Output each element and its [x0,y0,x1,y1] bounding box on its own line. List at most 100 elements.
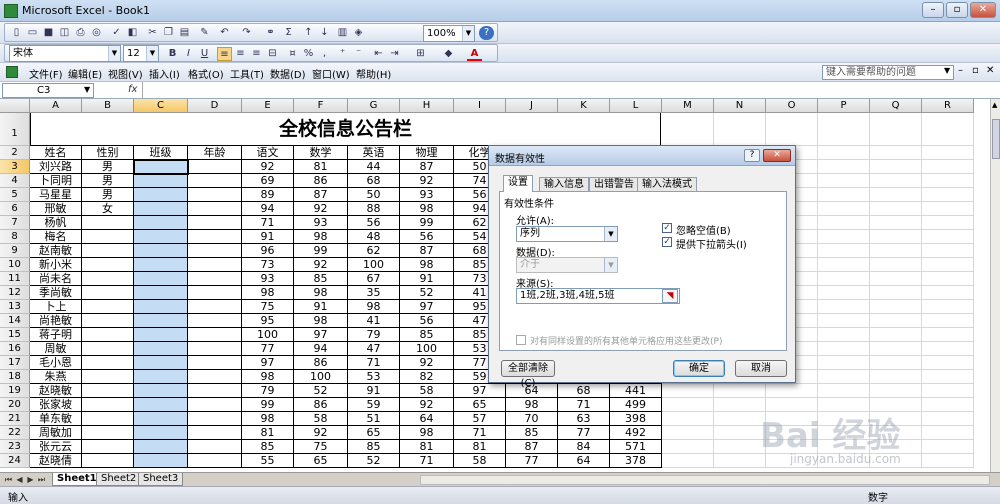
cell[interactable] [714,113,766,146]
table-cell[interactable]: 98 [400,426,454,440]
table-cell[interactable] [134,356,188,370]
save-icon[interactable]: ■ [41,26,56,40]
table-cell[interactable] [714,398,766,412]
table-cell[interactable] [662,440,714,454]
table-cell[interactable]: 35 [348,286,400,300]
table-cell[interactable]: 58 [294,412,348,426]
name-box[interactable]: C3 [2,83,94,98]
table-cell[interactable]: 100 [242,328,294,342]
table-cell[interactable]: 93 [294,216,348,230]
menu-tools[interactable]: 工具(T) [230,66,264,81]
table-cell[interactable]: 张家坡 [30,398,82,412]
table-cell[interactable]: 85 [400,328,454,342]
table-cell[interactable] [870,202,922,216]
table-cell[interactable]: 卜同明 [30,174,82,188]
table-cell[interactable]: 65 [454,398,506,412]
table-cell[interactable] [134,300,188,314]
table-cell[interactable] [134,454,188,468]
table-cell[interactable] [82,412,134,426]
table-cell[interactable]: 新小米 [30,258,82,272]
table-cell[interactable] [188,230,242,244]
table-cell[interactable]: 67 [348,272,400,286]
table-cell[interactable] [188,258,242,272]
column-header-i[interactable]: I [454,99,506,113]
table-cell[interactable] [818,230,870,244]
print-preview-icon[interactable]: ◎ [89,26,104,40]
table-cell[interactable]: 65 [348,426,400,440]
table-cell[interactable]: 92 [242,160,294,174]
table-cell[interactable] [870,272,922,286]
table-cell[interactable] [662,384,714,398]
table-cell[interactable]: 98 [294,286,348,300]
minimize-button[interactable]: – [922,2,944,18]
table-cell[interactable]: 86 [294,398,348,412]
table-cell[interactable] [714,440,766,454]
row-header-23[interactable]: 23 [0,440,30,454]
table-cell[interactable] [134,384,188,398]
row-header-4[interactable]: 4 [0,174,30,188]
table-cell[interactable] [922,202,974,216]
table-cell[interactable]: 98 [400,258,454,272]
table-cell[interactable] [818,202,870,216]
cell[interactable] [818,113,870,146]
table-cell[interactable]: 赵晓倩 [30,454,82,468]
table-cell[interactable] [714,412,766,426]
table-cell[interactable]: 100 [400,342,454,356]
table-cell[interactable]: 马星星 [30,188,82,202]
table-cell[interactable]: 杨帆 [30,216,82,230]
last-sheet-icon[interactable]: ⏭ [37,475,46,485]
cut-icon[interactable]: ✂ [145,26,160,40]
table-cell[interactable] [82,440,134,454]
table-cell[interactable]: 季尚敏 [30,286,82,300]
menu-help[interactable]: 帮助(H) [356,66,391,81]
tab-settings[interactable]: 设置 [503,175,533,192]
tab-error-alert[interactable]: 出错警告 [589,177,639,191]
table-cell[interactable] [82,258,134,272]
table-cell[interactable]: 98 [348,300,400,314]
table-cell[interactable] [82,328,134,342]
vertical-scroll-thumb[interactable] [992,119,1000,159]
table-cell[interactable]: 98 [242,286,294,300]
table-cell[interactable]: 52 [400,286,454,300]
table-cell[interactable] [188,328,242,342]
sort-desc-icon[interactable]: ↓ [317,26,332,40]
table-cell[interactable] [922,440,974,454]
table-cell[interactable]: 81 [400,440,454,454]
table-cell[interactable]: 85 [506,426,558,440]
table-cell[interactable]: 91 [294,300,348,314]
menu-insert[interactable]: 插入(I) [149,66,180,81]
table-cell[interactable]: 单东敏 [30,412,82,426]
column-header-f[interactable]: F [294,99,348,113]
menu-format[interactable]: 格式(O) [188,66,224,81]
table-cell[interactable]: 张元云 [30,440,82,454]
row-header-1[interactable]: 1 [0,113,30,146]
zoom-combo[interactable]: 100% ▼ [423,25,475,42]
table-cell[interactable]: 98 [294,230,348,244]
table-cell[interactable]: 41 [348,314,400,328]
table-cell[interactable]: 79 [348,328,400,342]
prev-sheet-icon[interactable]: ◀ [15,475,24,484]
clear-all-button[interactable]: 全部清除(C) [501,360,555,389]
decrease-indent-icon[interactable]: ⇤ [371,47,386,61]
table-cell[interactable] [134,216,188,230]
table-cell[interactable] [922,300,974,314]
table-cell[interactable] [82,342,134,356]
table-cell[interactable]: 71 [454,426,506,440]
table-cell[interactable]: 朱燕 [30,370,82,384]
header-cell[interactable]: 语文 [242,146,294,160]
table-cell[interactable] [188,216,242,230]
table-cell[interactable]: 75 [242,300,294,314]
table-cell[interactable] [818,342,870,356]
column-header-o[interactable]: O [766,99,818,113]
table-cell[interactable] [82,314,134,328]
table-cell[interactable]: 53 [348,370,400,384]
hyperlink-icon[interactable]: ⚭ [263,26,278,40]
table-cell[interactable] [870,328,922,342]
collapse-dialog-icon[interactable]: ◥ [662,289,678,303]
column-header-h[interactable]: H [400,99,454,113]
table-cell[interactable] [134,188,188,202]
insert-function-button[interactable]: fx [128,84,137,95]
underline-button[interactable]: U [197,47,212,61]
bold-button[interactable]: B [165,47,180,61]
sheet-tab-3[interactable]: Sheet3 [138,473,184,486]
